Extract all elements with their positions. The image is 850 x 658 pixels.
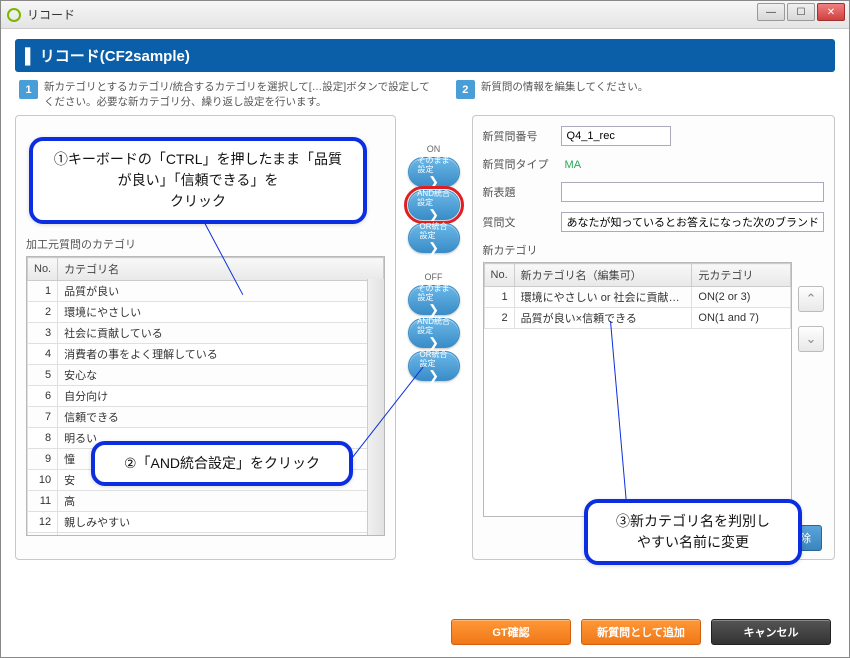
newcat-col-name: 新カテゴリ名（編集可） xyxy=(514,264,692,287)
table-row[interactable]: 1品質が良い xyxy=(28,281,384,302)
table-row[interactable]: 5安心な xyxy=(28,365,384,386)
source-section-label: 加工元質問のカテゴリ xyxy=(26,236,385,252)
table-row[interactable]: 13センスがよい xyxy=(28,533,384,537)
chevron-down-icon: ⌄ xyxy=(806,331,817,347)
source-table: No. カテゴリ名 1品質が良い2環境にやさしい3社会に貢献している4消費者の事… xyxy=(26,256,385,536)
new-qtype-value: MA xyxy=(561,157,582,171)
chevron-right-icon: ❯ xyxy=(428,241,439,254)
off-group-label: OFF xyxy=(425,273,443,282)
newcat-col-src: 元カテゴリ xyxy=(692,264,791,287)
new-title-label: 新表題 xyxy=(483,184,553,200)
chevron-right-icon: ❯ xyxy=(428,336,439,349)
col-no: No. xyxy=(28,258,58,281)
callout-2: ②「AND統合設定」をクリック xyxy=(91,441,353,486)
minimize-button[interactable]: — xyxy=(757,3,785,21)
move-down-button[interactable]: ⌄ xyxy=(798,326,824,352)
table-row[interactable]: 11高 xyxy=(28,491,384,512)
on-and-merge-button[interactable]: AND統合 設定❯ xyxy=(408,190,460,220)
chevron-right-icon: ❯ xyxy=(428,175,439,188)
callout-3: ③新カテゴリ名を判別し やすい名前に変更 xyxy=(584,499,802,565)
move-up-button[interactable]: ⌃ xyxy=(798,286,824,312)
chevron-right-icon: ❯ xyxy=(428,369,439,382)
scrollbar[interactable] xyxy=(367,279,384,535)
instruction-1-text: 新カテゴリとするカテゴリ/統合するカテゴリを選択して[…設定]ボタンで設定してく… xyxy=(44,80,436,109)
callout-1: ①キーボードの「CTRL」を押したまま「品質が良い」「信頼できる」を クリック xyxy=(29,137,367,224)
page-title: ▌ リコード(CF2sample) xyxy=(15,39,835,72)
new-qnum-label: 新質問番号 xyxy=(483,128,553,144)
new-qtext-label: 質問文 xyxy=(483,214,553,230)
add-as-new-question-button[interactable]: 新質問として追加 xyxy=(581,619,701,645)
close-button[interactable]: ✕ xyxy=(817,3,845,21)
new-qtext-input[interactable] xyxy=(561,212,824,232)
new-qtype-label: 新質問タイプ xyxy=(483,156,553,172)
table-row[interactable]: 3社会に貢献している xyxy=(28,323,384,344)
new-question-panel: 新質問番号 新質問タイプ MA 新表題 質問文 新 xyxy=(472,115,835,560)
table-row[interactable]: 1環境にやさしい or 社会に貢献しているON(2 or 3) xyxy=(484,287,790,308)
chevron-right-icon: ❯ xyxy=(428,303,439,316)
maximize-button[interactable]: ☐ xyxy=(787,3,815,21)
chevron-right-icon: ❯ xyxy=(428,208,439,221)
new-title-input[interactable] xyxy=(561,182,824,202)
table-row[interactable]: 2品質が良い×信頼できるON(1 and 7) xyxy=(484,308,790,329)
app-icon xyxy=(7,8,21,22)
step-badge-2: 2 xyxy=(456,80,475,99)
table-row[interactable]: 6自分向け xyxy=(28,386,384,407)
newcat-section-label: 新カテゴリ xyxy=(483,242,824,258)
off-sonomama-button[interactable]: そのまま 設定❯ xyxy=(408,285,460,315)
transfer-buttons-column: ON そのまま 設定❯ AND統合 設定❯ OR統合 設定❯ OFF そのまま … xyxy=(400,115,468,560)
new-qnum-input[interactable] xyxy=(561,126,671,146)
instruction-2-text: 新質問の情報を編集してください。 xyxy=(481,80,648,95)
titlebar: リコード — ☐ ✕ xyxy=(1,1,849,29)
newcat-col-no: No. xyxy=(484,264,514,287)
page-title-text: リコード(CF2sample) xyxy=(40,48,190,65)
col-name: カテゴリ名 xyxy=(58,258,383,281)
table-row[interactable]: 4消費者の事をよく理解している xyxy=(28,344,384,365)
table-row[interactable]: 12親しみやすい xyxy=(28,512,384,533)
instruction-1: 1 新カテゴリとするカテゴリ/統合するカテゴリを選択して[…設定]ボタンで設定し… xyxy=(19,80,436,109)
app-window: リコード — ☐ ✕ ▌ リコード(CF2sample) 1 新カテゴリとするカ… xyxy=(0,0,850,658)
chevron-up-icon: ⌃ xyxy=(806,291,817,307)
window-title: リコード xyxy=(27,6,75,23)
gt-confirm-button[interactable]: GT確認 xyxy=(451,619,571,645)
newcat-table: No. 新カテゴリ名（編集可） 元カテゴリ 1環境にやさしい or 社会に貢献し… xyxy=(483,262,792,517)
on-group-label: ON xyxy=(427,145,441,154)
step-badge-1: 1 xyxy=(19,80,38,99)
table-row[interactable]: 7信頼できる xyxy=(28,407,384,428)
off-and-merge-button[interactable]: AND統合 設定❯ xyxy=(408,318,460,348)
instruction-2: 2 新質問の情報を編集してください。 xyxy=(456,80,831,109)
cancel-button[interactable]: キャンセル xyxy=(711,619,831,645)
on-sonomama-button[interactable]: そのまま 設定❯ xyxy=(408,157,460,187)
table-row[interactable]: 2環境にやさしい xyxy=(28,302,384,323)
on-or-merge-button[interactable]: OR統合 設定❯ xyxy=(408,223,460,253)
